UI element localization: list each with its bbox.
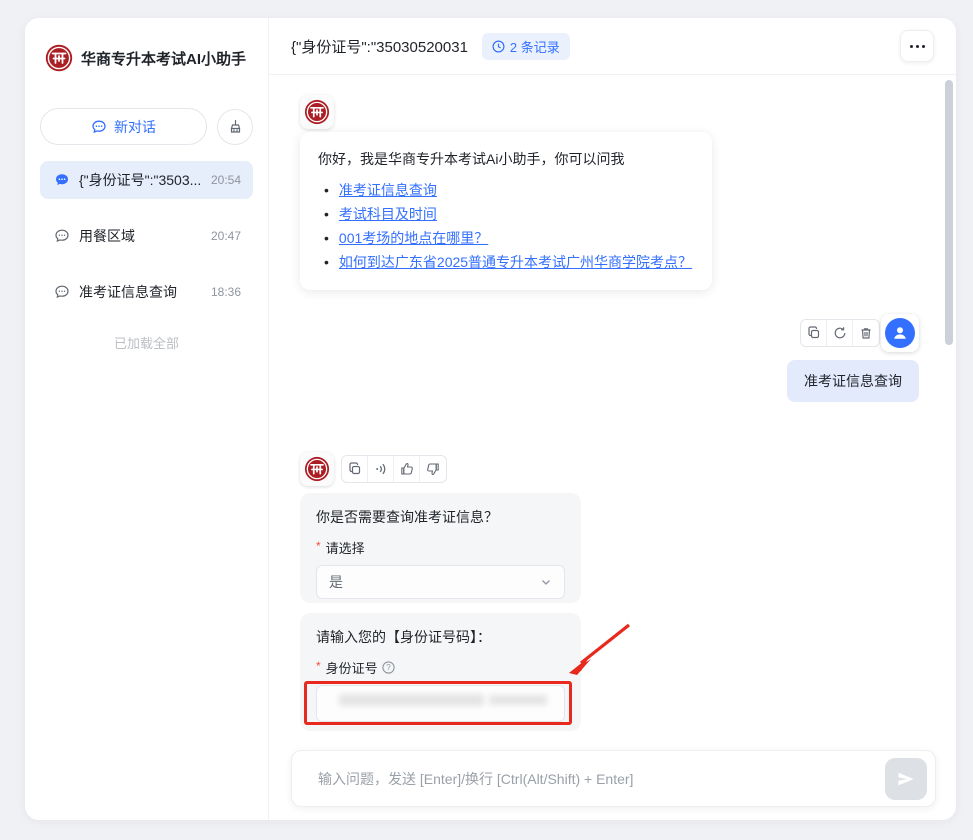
chat-area: 你好，我是华商专升本考试Ai小助手，你可以问我 准考证信息查询 考试科目及时间 … <box>269 75 956 820</box>
list-item: 准考证信息查询 <box>318 178 694 202</box>
new-chat-label: 新对话 <box>114 117 156 137</box>
main-panel: {"身份证号":"35030520031 2 条记录 <box>269 18 956 820</box>
suggestion-link-venue[interactable]: 001考场的地点在哪里？ <box>339 226 488 250</box>
required-asterisk: * <box>316 659 321 673</box>
app-title: 华商专升本考试AI小助手 <box>81 48 246 69</box>
user-message-toolbar <box>800 319 880 347</box>
delete-button[interactable] <box>853 320 879 346</box>
copy-button[interactable] <box>342 456 368 482</box>
conversation-title: {"身份证号":"3503... <box>79 170 202 190</box>
field-label-text: 请选择 <box>326 538 365 557</box>
field-label-text: 身份证号 <box>326 658 378 677</box>
conversation-time: 18:36 <box>211 285 241 299</box>
welcome-message-card: 你好，我是华商专升本考试Ai小助手，你可以问我 准考证信息查询 考试科目及时间 … <box>300 132 712 290</box>
conversation-item-current[interactable]: {"身份证号":"3503... 20:54 <box>40 161 253 199</box>
app-window: 华商专升本考试AI小助手 新对话 <box>25 18 956 820</box>
conversation-list: {"身份证号":"3503... 20:54 用餐区域 20:47 <box>25 145 268 311</box>
form-question: 你是否需要查询准考证信息？ <box>316 507 565 527</box>
help-icon[interactable]: ? <box>382 661 395 674</box>
required-asterisk: * <box>316 539 321 553</box>
read-aloud-button[interactable] <box>368 456 394 482</box>
composer <box>291 750 936 807</box>
dot-icon <box>916 45 919 48</box>
confirm-query-form-card: 你是否需要查询准考证信息？ * 请选择 是 <box>300 493 581 603</box>
chat-bubble-outline-icon <box>54 228 70 244</box>
redacted-value <box>339 694 484 706</box>
list-item: 如何到达广东省2025普通专升本考试广州华商学院考点？ <box>318 250 694 274</box>
suggestion-link-exam-ticket[interactable]: 准考证信息查询 <box>339 178 437 202</box>
redacted-value <box>489 695 547 705</box>
list-item: 001考场的地点在哪里？ <box>318 226 694 250</box>
bot-avatar <box>300 95 334 129</box>
id-number-form-card: 请输入您的【身份证号码】： * 身份证号 ? <box>300 613 581 731</box>
svg-text:?: ? <box>386 663 391 672</box>
regenerate-button[interactable] <box>827 320 853 346</box>
chat-bubble-outline-icon <box>54 284 70 300</box>
person-icon <box>885 318 915 348</box>
chat-bubble-filled-icon <box>54 172 70 188</box>
chat-bubble-icon <box>91 119 107 135</box>
id-field-label: * 身份证号 ? <box>316 658 565 677</box>
conversation-title: 准考证信息查询 <box>79 282 202 302</box>
loaded-all-label: 已加载全部 <box>25 311 268 352</box>
user-message-bubble: 准考证信息查询 <box>787 360 919 402</box>
record-count-badge[interactable]: 2 条记录 <box>482 33 570 60</box>
chevron-down-icon <box>540 576 552 588</box>
form-question: 请输入您的【身份证号码】： <box>316 627 565 647</box>
send-button[interactable] <box>885 758 927 800</box>
new-chat-button[interactable]: 新对话 <box>40 108 207 145</box>
chat-header: {"身份证号":"35030520031 2 条记录 <box>269 18 956 75</box>
clock-icon <box>492 40 505 53</box>
list-item: 考试科目及时间 <box>318 202 694 226</box>
clear-history-button[interactable] <box>217 109 253 145</box>
more-options-button[interactable] <box>900 30 934 62</box>
conversation-item[interactable]: 准考证信息查询 18:36 <box>40 273 253 311</box>
selected-option: 是 <box>329 572 343 592</box>
select-field-label: * 请选择 <box>316 538 565 557</box>
message-input[interactable] <box>318 771 885 787</box>
confirm-select-dropdown[interactable]: 是 <box>316 565 565 599</box>
send-icon <box>896 769 916 789</box>
sidebar: 华商专升本考试AI小助手 新对话 <box>25 18 269 820</box>
broom-icon <box>227 118 244 135</box>
thumbs-up-button[interactable] <box>394 456 420 482</box>
conversation-time: 20:47 <box>211 229 241 243</box>
suggestion-link-subjects[interactable]: 考试科目及时间 <box>339 202 437 226</box>
id-number-input[interactable] <box>316 685 565 722</box>
conversation-item[interactable]: 用餐区域 20:47 <box>40 217 253 255</box>
user-avatar <box>881 314 919 352</box>
copy-button[interactable] <box>801 320 827 346</box>
suggestion-links: 准考证信息查询 考试科目及时间 001考场的地点在哪里？ 如何到达广东省2025… <box>318 178 694 274</box>
brand-logo-icon <box>45 44 73 72</box>
bot-avatar <box>300 452 334 486</box>
conversation-header-title: {"身份证号":"35030520031 <box>291 36 468 57</box>
scrollbar-thumb[interactable] <box>945 80 953 345</box>
dot-icon <box>910 45 913 48</box>
suggestion-link-directions[interactable]: 如何到达广东省2025普通专升本考试广州华商学院考点？ <box>339 250 692 274</box>
bot-message-toolbar <box>341 455 447 483</box>
record-count-label: 2 条记录 <box>510 37 560 56</box>
dot-icon <box>922 45 925 48</box>
welcome-greeting: 你好，我是华商专升本考试Ai小助手，你可以问我 <box>318 149 694 169</box>
thumbs-down-button[interactable] <box>420 456 446 482</box>
brand: 华商专升本考试AI小助手 <box>25 18 268 72</box>
conversation-title: 用餐区域 <box>79 226 202 246</box>
conversation-time: 20:54 <box>211 173 241 187</box>
